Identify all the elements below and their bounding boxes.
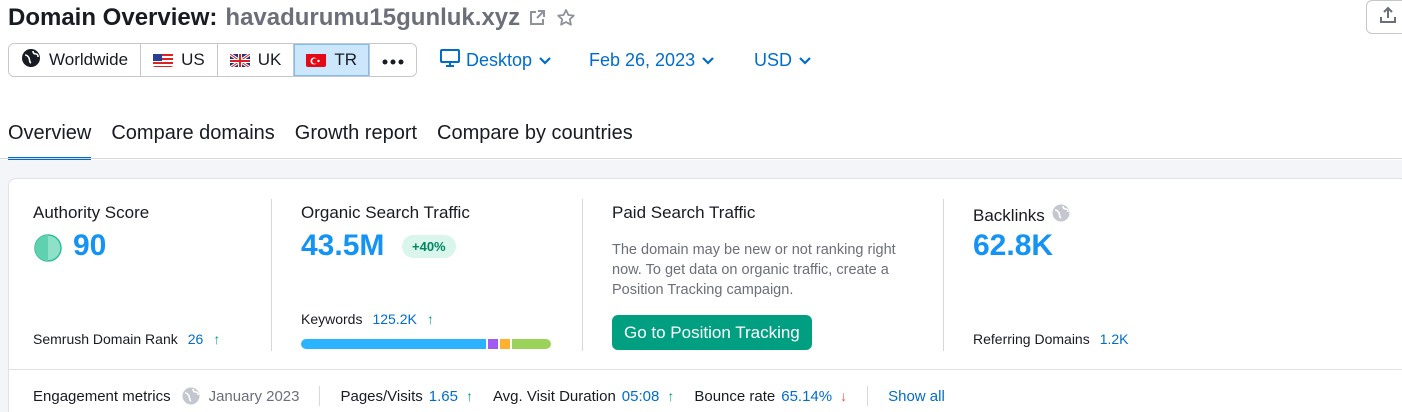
more-regions-button[interactable]	[369, 44, 416, 76]
region-worldwide-button[interactable]: Worldwide	[9, 44, 142, 76]
desktop-icon	[440, 48, 460, 72]
divider	[319, 386, 321, 406]
divider	[271, 199, 272, 351]
date-dropdown[interactable]: Feb 26, 2023	[589, 47, 715, 73]
arrow-down-icon: ↓	[840, 388, 848, 404]
backlinks-title: Backlinks	[973, 205, 1045, 225]
tab-divider	[0, 158, 1402, 159]
organic-traffic-value[interactable]: 43.5M	[301, 229, 384, 263]
visit-duration-value: 05:08	[621, 387, 660, 405]
domain-rank-row: Semrush Domain Rank 26 ↑	[33, 331, 220, 347]
pages-visits-label: Pages/Visits	[340, 387, 423, 405]
chevron-down-icon	[798, 50, 812, 71]
referring-domains-value[interactable]: 1.2K	[1100, 331, 1129, 347]
backlinks-title-row: Backlinks	[973, 203, 1071, 228]
keywords-value[interactable]: 125.2K	[372, 311, 416, 327]
bounce-rate-label: Bounce rate	[694, 387, 776, 405]
device-label: Desktop	[466, 49, 533, 70]
star-icon[interactable]	[556, 8, 576, 28]
authority-score-icon	[33, 233, 63, 268]
arrow-up-icon: ↑	[426, 311, 434, 327]
region-us-button[interactable]: US	[141, 44, 218, 76]
more-icon	[382, 50, 404, 70]
referring-domains-label: Referring Domains	[973, 331, 1090, 347]
metrics-card: Authority Score 90 Semrush Domain Rank 2…	[8, 178, 1402, 412]
date-label: Feb 26, 2023	[589, 49, 696, 70]
domain-rank-value[interactable]: 26	[188, 331, 204, 347]
page-title: Domain Overview:	[8, 4, 218, 31]
region-selector: Worldwide US UK TR	[8, 43, 417, 77]
keywords-distribution-bar	[301, 339, 551, 349]
paid-traffic-description: The domain may be new or not ranking rig…	[612, 242, 896, 298]
divider	[867, 386, 869, 406]
page-header: Domain Overview: havadurumu15gunluk.xyz …	[0, 0, 1402, 160]
device-dropdown[interactable]: Desktop	[440, 47, 552, 73]
referring-domains-row: Referring Domains 1.2K	[973, 331, 1129, 347]
tr-flag-icon	[306, 53, 327, 67]
divider	[943, 199, 944, 351]
upload-icon	[1379, 6, 1397, 29]
us-flag-icon	[153, 53, 174, 67]
engagement-period: January 2023	[208, 387, 300, 405]
tab-compare-by-countries[interactable]: Compare by countries	[437, 118, 633, 160]
uk-flag-icon	[229, 53, 250, 67]
tab-bar: Overview Compare domains Growth report C…	[8, 118, 633, 160]
keywords-row: Keywords 125.2K ↑	[301, 311, 434, 327]
title-row: Domain Overview: havadurumu15gunluk.xyz	[8, 3, 576, 33]
tab-growth-report[interactable]: Growth report	[295, 118, 417, 160]
region-label: UK	[257, 50, 282, 69]
engagement-label: Engagement metrics	[33, 387, 171, 405]
chevron-down-icon	[538, 50, 552, 71]
chevron-down-icon	[701, 50, 715, 71]
keywords-bar-segment	[500, 339, 510, 349]
arrow-up-icon: ↑	[213, 331, 221, 347]
keywords-bar-segment	[301, 339, 486, 349]
divider	[9, 369, 1402, 370]
domain-rank-label: Semrush Domain Rank	[33, 331, 178, 347]
authority-score-title: Authority Score	[33, 203, 150, 222]
arrow-up-icon: ↑	[667, 388, 675, 404]
keywords-label: Keywords	[301, 311, 363, 327]
organic-change-badge: +40%	[402, 235, 456, 258]
visit-duration-label: Avg. Visit Duration	[492, 387, 616, 405]
currency-dropdown[interactable]: USD	[754, 47, 812, 73]
region-label: Worldwide	[49, 50, 129, 69]
keywords-bar-segment	[512, 339, 551, 349]
globe-icon	[1051, 203, 1071, 228]
region-label: US	[181, 50, 205, 69]
arrow-up-icon: ↑	[465, 388, 473, 404]
region-uk-button[interactable]: UK	[217, 44, 295, 76]
globe-icon	[21, 48, 41, 73]
region-tr-button[interactable]: TR	[294, 44, 370, 76]
show-all-link[interactable]: Show all	[888, 388, 945, 405]
currency-label: USD	[754, 49, 793, 70]
export-button[interactable]	[1366, 0, 1402, 34]
tab-compare-domains[interactable]: Compare domains	[111, 118, 274, 160]
globe-icon	[181, 386, 201, 406]
go-to-position-tracking-button[interactable]: Go to Position Tracking	[612, 315, 812, 350]
domain-name: havadurumu15gunluk.xyz	[225, 4, 521, 31]
organic-traffic-title: Organic Search Traffic	[301, 203, 470, 222]
engagement-metrics-row: Engagement metrics January 2023 Pages/Vi…	[33, 385, 945, 407]
external-link-icon[interactable]	[528, 9, 546, 27]
backlinks-value[interactable]: 62.8K	[973, 229, 1053, 263]
bounce-rate-value: 65.14%	[781, 387, 833, 405]
region-label: TR	[334, 50, 357, 69]
paid-traffic-title: Paid Search Traffic	[612, 203, 756, 222]
tab-overview[interactable]: Overview	[8, 118, 92, 160]
keywords-bar-segment	[488, 339, 498, 349]
pages-visits-value: 1.65	[428, 387, 458, 405]
authority-score-value: 90	[73, 229, 107, 262]
divider	[582, 199, 583, 351]
